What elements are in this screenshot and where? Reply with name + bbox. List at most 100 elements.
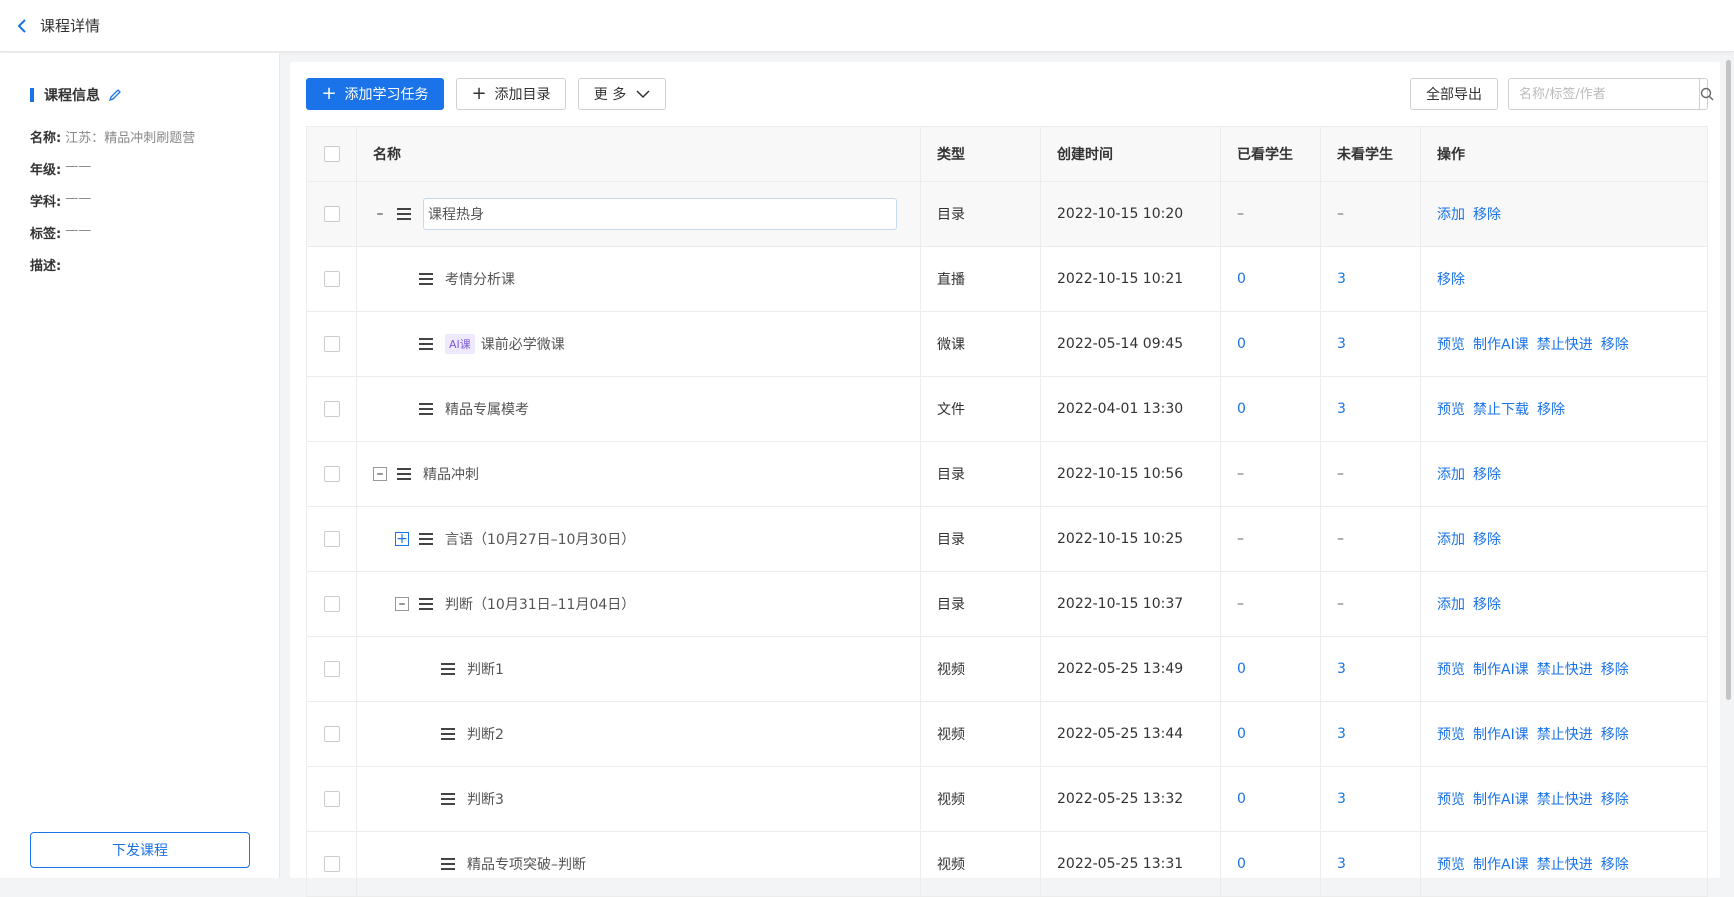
- row-seen-students: –: [1221, 507, 1321, 571]
- unseen-count[interactable]: 3: [1337, 336, 1346, 352]
- row-action-link[interactable]: 添加: [1437, 204, 1465, 224]
- row-created-time: 2022-05-25 13:31: [1041, 832, 1221, 896]
- row-checkbox[interactable]: [323, 726, 340, 742]
- unseen-count[interactable]: 3: [1337, 856, 1346, 872]
- row-action-link[interactable]: 禁止快进: [1537, 789, 1593, 809]
- row-type: 直播: [921, 247, 1041, 311]
- row-checkbox[interactable]: [323, 206, 340, 222]
- back-arrow-icon[interactable]: [14, 16, 30, 36]
- drag-handle-icon[interactable]: [441, 858, 455, 870]
- row-checkbox[interactable]: [323, 336, 340, 352]
- course-task-table: 名称 类型 创建时间 已看学生 未看学生 操作 – 目录 2022-10-15 …: [306, 126, 1708, 897]
- drag-handle-icon[interactable]: [419, 598, 433, 610]
- row-checkbox[interactable]: [323, 401, 340, 417]
- drag-handle-icon[interactable]: [441, 663, 455, 675]
- row-action-link[interactable]: 制作AI课: [1473, 724, 1529, 744]
- row-check-cell: [307, 637, 357, 701]
- row-checkbox[interactable]: [323, 531, 340, 547]
- row-action-link[interactable]: 移除: [1437, 269, 1465, 289]
- table-row: – 判断（10月31日–11月04日） 目录 2022-10-15 10:37 …: [307, 572, 1707, 637]
- row-action-link[interactable]: 移除: [1601, 724, 1629, 744]
- row-action-link[interactable]: 禁止快进: [1537, 659, 1593, 679]
- row-checkbox[interactable]: [323, 856, 340, 872]
- drag-handle-icon[interactable]: [441, 728, 455, 740]
- publish-course-button[interactable]: 下发课程: [30, 832, 250, 868]
- row-action-link[interactable]: 制作AI课: [1473, 789, 1529, 809]
- row-action-link[interactable]: 添加: [1437, 594, 1465, 614]
- row-action-link[interactable]: 禁止快进: [1537, 854, 1593, 874]
- unseen-count[interactable]: 3: [1337, 661, 1346, 677]
- row-checkbox[interactable]: [323, 661, 340, 677]
- row-action-link[interactable]: 移除: [1601, 659, 1629, 679]
- row-action-link[interactable]: 移除: [1473, 204, 1501, 224]
- row-action-link[interactable]: 制作AI课: [1473, 659, 1529, 679]
- expand-icon[interactable]: +: [395, 531, 409, 547]
- drag-handle-icon[interactable]: [419, 273, 433, 285]
- select-all-checkbox[interactable]: [323, 146, 340, 162]
- row-action-link[interactable]: 移除: [1601, 789, 1629, 809]
- row-name-input[interactable]: [423, 198, 897, 230]
- unseen-count[interactable]: 3: [1337, 791, 1346, 807]
- drag-handle-icon[interactable]: [397, 208, 411, 220]
- row-unseen-students: –: [1321, 572, 1421, 636]
- row-type-text: 目录: [937, 207, 965, 223]
- collapse-icon[interactable]: –: [373, 466, 387, 482]
- drag-handle-icon[interactable]: [397, 468, 411, 480]
- unseen-count[interactable]: 3: [1337, 726, 1346, 742]
- add-task-label: 添加学习任务: [344, 87, 429, 103]
- seen-count[interactable]: 0: [1237, 791, 1246, 807]
- add-task-button[interactable]: + 添加学习任务: [306, 78, 444, 110]
- collapse-icon[interactable]: –: [373, 206, 387, 222]
- row-check-cell: [307, 312, 357, 376]
- drag-handle-icon[interactable]: [419, 338, 433, 350]
- row-action-link[interactable]: 禁止快进: [1537, 334, 1593, 354]
- export-all-button[interactable]: 全部导出: [1410, 78, 1498, 110]
- search-button[interactable]: [1699, 79, 1714, 109]
- row-action-link[interactable]: 预览: [1437, 789, 1465, 809]
- row-action-link[interactable]: 禁止快进: [1537, 724, 1593, 744]
- row-actions: 预览 制作AI课 禁止快进 移除: [1421, 832, 1707, 896]
- drag-handle-icon[interactable]: [419, 533, 433, 545]
- row-action-link[interactable]: 预览: [1437, 334, 1465, 354]
- row-action-link[interactable]: 移除: [1473, 529, 1501, 549]
- row-action-link[interactable]: 预览: [1437, 399, 1465, 419]
- row-checkbox[interactable]: [323, 466, 340, 482]
- edit-pencil-icon[interactable]: [108, 88, 122, 102]
- unseen-count[interactable]: 3: [1337, 401, 1346, 417]
- row-action-link[interactable]: 移除: [1537, 399, 1565, 419]
- row-action-link[interactable]: 预览: [1437, 659, 1465, 679]
- row-checkbox[interactable]: [323, 791, 340, 807]
- row-checkbox[interactable]: [323, 271, 340, 287]
- row-action-link[interactable]: 移除: [1601, 334, 1629, 354]
- row-unseen-students: 3: [1321, 312, 1421, 376]
- page-scrollbar[interactable]: [1726, 60, 1731, 700]
- chevron-down-icon: [636, 90, 650, 99]
- collapse-icon[interactable]: –: [395, 596, 409, 612]
- row-action-link[interactable]: 移除: [1473, 594, 1501, 614]
- seen-count: –: [1237, 206, 1244, 222]
- row-checkbox[interactable]: [323, 596, 340, 612]
- add-directory-button[interactable]: + 添加目录: [456, 78, 566, 110]
- header-created-time: 创建时间: [1041, 127, 1221, 181]
- drag-handle-icon[interactable]: [419, 403, 433, 415]
- row-action-link[interactable]: 添加: [1437, 464, 1465, 484]
- row-action-link[interactable]: 预览: [1437, 724, 1465, 744]
- seen-count[interactable]: 0: [1237, 271, 1246, 287]
- seen-count[interactable]: 0: [1237, 336, 1246, 352]
- more-dropdown[interactable]: 更 多: [578, 78, 666, 110]
- unseen-count[interactable]: 3: [1337, 271, 1346, 287]
- seen-count[interactable]: 0: [1237, 856, 1246, 872]
- row-seen-students: 0: [1221, 312, 1321, 376]
- row-action-link[interactable]: 添加: [1437, 529, 1465, 549]
- row-action-link[interactable]: 禁止下载: [1473, 399, 1529, 419]
- drag-handle-icon[interactable]: [441, 793, 455, 805]
- row-action-link[interactable]: 制作AI课: [1473, 854, 1529, 874]
- seen-count[interactable]: 0: [1237, 726, 1246, 742]
- row-action-link[interactable]: 预览: [1437, 854, 1465, 874]
- row-action-link[interactable]: 制作AI课: [1473, 334, 1529, 354]
- seen-count[interactable]: 0: [1237, 661, 1246, 677]
- row-action-link[interactable]: 移除: [1601, 854, 1629, 874]
- row-action-link[interactable]: 移除: [1473, 464, 1501, 484]
- search-input[interactable]: [1509, 79, 1699, 109]
- seen-count[interactable]: 0: [1237, 401, 1246, 417]
